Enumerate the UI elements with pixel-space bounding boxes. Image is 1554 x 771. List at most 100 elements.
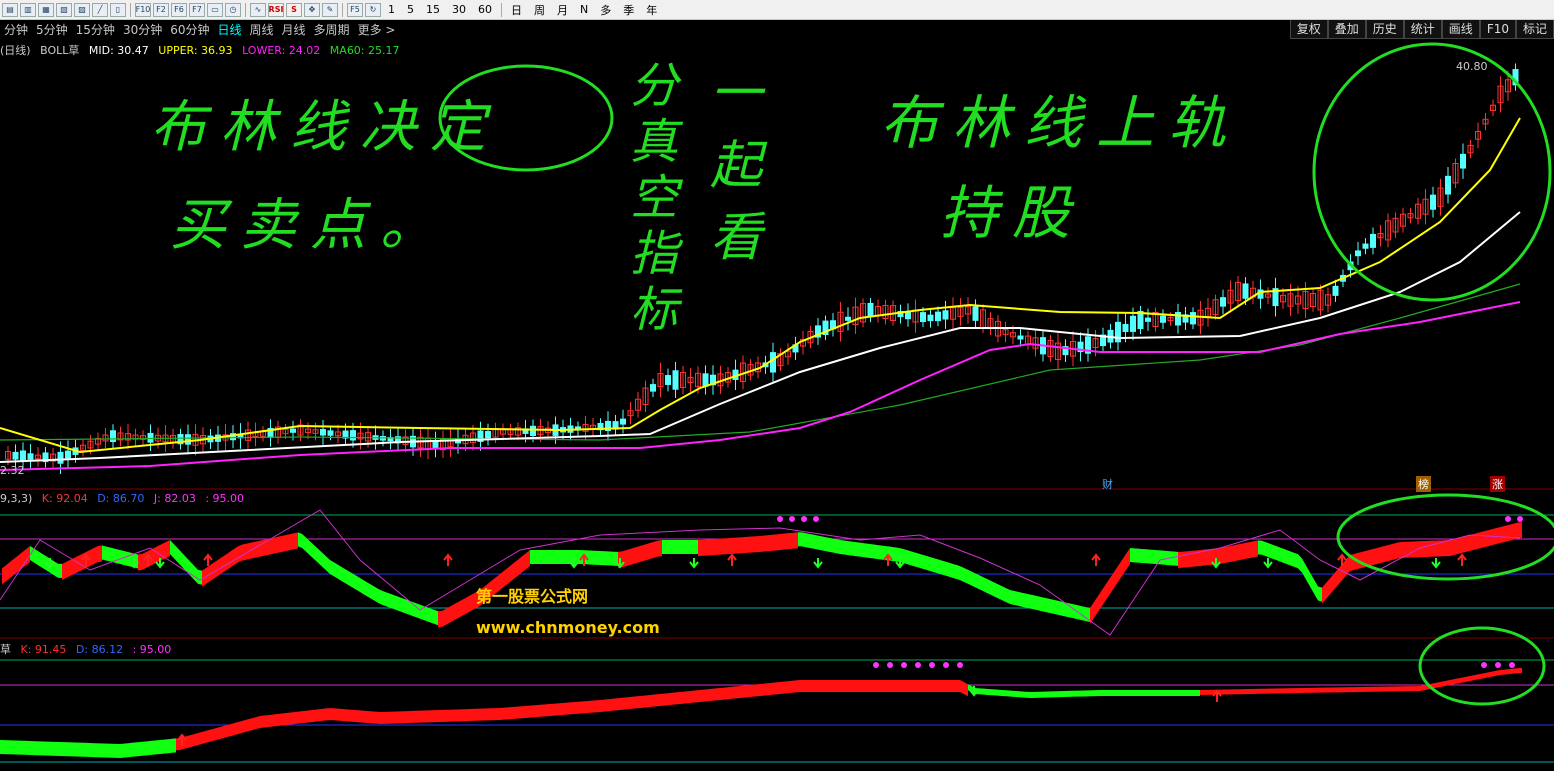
- limit-up-marker[interactable]: 涨: [1490, 476, 1505, 492]
- kd2-ribbon-segment: [348, 709, 352, 722]
- kdj-ribbon-segment: [666, 540, 670, 554]
- kd2-ribbon-segment: [1084, 690, 1088, 697]
- kdj-ribbon-segment: [1094, 596, 1098, 618]
- kdj-ribbon-segment: [1002, 586, 1006, 603]
- candle-body: [147, 432, 154, 443]
- finance-marker[interactable]: 财: [1100, 476, 1115, 492]
- kdj-ribbon-segment: [1338, 564, 1342, 585]
- kd2-ribbon-segment: [904, 680, 908, 692]
- kd2-ribbon-segment: [160, 739, 164, 754]
- kdj-ribbon-segment: [1026, 593, 1030, 609]
- kd2-ribbon-segment: [1408, 686, 1412, 692]
- kd2-ribbon-segment: [872, 680, 876, 692]
- kd2-ribbon-segment: [564, 702, 568, 715]
- kd2-ribbon-segment: [1276, 688, 1280, 694]
- kdj-ribbon-segment: [382, 590, 386, 607]
- kdj-ribbon-segment: [386, 592, 390, 608]
- kd2-ribbon-segment: [260, 715, 264, 728]
- candle-body: [1190, 312, 1196, 325]
- kd2-ribbon-segment: [520, 706, 524, 719]
- kdj-ribbon-segment: [90, 548, 94, 566]
- rank-marker[interactable]: 榜: [1416, 476, 1431, 492]
- kdj-ribbon-segment: [1110, 572, 1114, 594]
- kdj-ribbon-segment: [1070, 603, 1074, 619]
- kdj-ribbon-segment: [62, 562, 66, 580]
- kd2-ribbon-segment: [252, 717, 256, 731]
- kdj-ribbon-segment: [1470, 533, 1474, 551]
- kd2-ribbon-segment: [596, 700, 600, 713]
- overbought-dot: [1481, 662, 1487, 668]
- kdj-ribbon-segment: [1162, 550, 1166, 565]
- buy-arrow: [1091, 553, 1101, 566]
- candle-body: [665, 375, 671, 385]
- kd2-ribbon-segment: [1200, 689, 1204, 695]
- kd2-ribbon-segment: [1340, 687, 1344, 693]
- kd2-ribbon-segment: [1144, 690, 1148, 696]
- kd2-ribbon-segment: [1380, 686, 1384, 692]
- kdj-ribbon-segment: [590, 550, 594, 565]
- kdj-ribbon-segment: [786, 533, 790, 550]
- kd2-ribbon-segment: [712, 688, 716, 701]
- price-high-label: 40.80: [1456, 60, 1488, 73]
- kdj-ribbon-segment: [338, 564, 342, 582]
- kdj-ribbon-segment: [710, 539, 714, 556]
- kdj-ribbon-segment: [334, 562, 338, 579]
- kdj-ribbon-segment: [426, 606, 430, 623]
- kdj-ribbon-segment: [806, 533, 810, 548]
- kdj-ribbon-segment: [1486, 529, 1490, 547]
- kdj-ribbon-segment: [742, 536, 746, 554]
- candle-body: [1362, 243, 1369, 249]
- kd2-ribbon-segment: [936, 680, 940, 692]
- kdj-ribbon-segment: [646, 543, 650, 561]
- kd2-ribbon-segment: [828, 680, 832, 692]
- kdj-ribbon-segment: [674, 540, 678, 554]
- kd2-ribbon-segment: [444, 709, 448, 722]
- kd2-ribbon-segment: [1140, 690, 1144, 696]
- kd2-ribbon-segment: [700, 689, 704, 702]
- kd2-ribbon-segment: [1468, 675, 1472, 682]
- kdj-ribbon-segment: [738, 537, 742, 554]
- kdj-ribbon-segment: [34, 548, 38, 566]
- kd2-ribbon-segment: [440, 709, 444, 722]
- kd2-ribbon-segment: [308, 710, 312, 723]
- kd2-ribbon-segment: [1192, 690, 1196, 696]
- kdj-ribbon-segment: [1394, 542, 1398, 560]
- kdj-ribbon-segment: [1126, 548, 1130, 570]
- overbought-dot: [873, 662, 879, 668]
- kd2-ribbon-segment: [1504, 669, 1508, 675]
- kd2-panel: [0, 662, 1522, 758]
- kdj-panel: [0, 509, 1523, 636]
- kd2-ribbon-segment: [1156, 690, 1160, 696]
- kd2-ribbon-segment: [1516, 668, 1520, 674]
- kdj-ribbon-segment: [654, 540, 658, 558]
- kdj-ribbon-segment: [550, 550, 554, 564]
- kdj-ribbon-segment: [1246, 542, 1250, 559]
- kdj-ribbon-segment: [662, 540, 666, 554]
- kd2-ribbon-segment: [940, 680, 944, 692]
- kd2-ribbon-segment: [428, 710, 432, 723]
- kd2-ribbon-segment: [804, 680, 808, 692]
- overbought-dot: [813, 516, 819, 522]
- kdj-ribbon-segment: [630, 547, 634, 565]
- kd2-ribbon-segment: [676, 692, 680, 705]
- kdj-ribbon-segment: [462, 597, 466, 616]
- kdj-ribbon-segment: [378, 588, 382, 605]
- kdj-ribbon-segment: [822, 536, 826, 552]
- kd2-ribbon-segment: [780, 681, 784, 694]
- kd2-ribbon-segment: [244, 719, 248, 733]
- kdj-ribbon-segment: [1278, 546, 1282, 563]
- kd2-ribbon-segment: [1512, 668, 1516, 674]
- kdj-ribbon-segment: [546, 550, 550, 564]
- kd2-ribbon-segment: [1476, 674, 1480, 680]
- kdj-ribbon-segment: [94, 546, 98, 564]
- kdj-ribbon-segment: [878, 545, 882, 560]
- kdj-ribbon-segment: [722, 538, 726, 555]
- kdj-ribbon-segment: [1098, 590, 1102, 612]
- kdj-ribbon-segment: [526, 550, 530, 570]
- kd2-ribbon-segment: [124, 743, 128, 758]
- kd2-ribbon-segment: [1320, 687, 1324, 693]
- kd2-ribbon-segment: [788, 680, 792, 694]
- kdj-ribbon-segment: [1034, 595, 1038, 611]
- kdj-ribbon-segment: [1118, 560, 1122, 582]
- kd2-ribbon-segment: [192, 733, 196, 747]
